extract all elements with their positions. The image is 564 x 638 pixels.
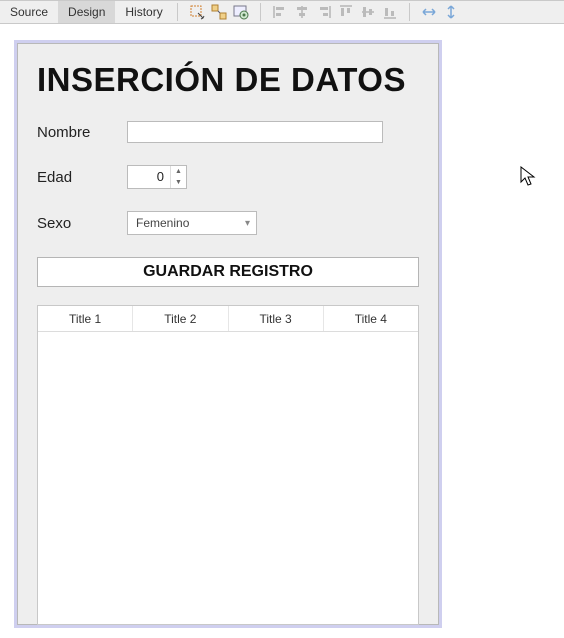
spinner-edad-value: 0 bbox=[128, 166, 170, 188]
toolbar-separator bbox=[409, 3, 410, 21]
save-button[interactable]: GUARDAR REGISTRO bbox=[37, 257, 419, 287]
selection-mode-icon[interactable] bbox=[188, 3, 206, 21]
row-nombre: Nombre bbox=[37, 121, 419, 143]
table-head: Title 1 Title 2 Title 3 Title 4 bbox=[38, 306, 418, 332]
tab-history-label: History bbox=[125, 5, 162, 19]
cursor-icon bbox=[520, 166, 538, 191]
table-col-1[interactable]: Title 1 bbox=[38, 306, 133, 331]
align-bottom-icon[interactable] bbox=[381, 3, 399, 21]
spinner-up-icon[interactable]: ▲ bbox=[171, 166, 186, 177]
table-body bbox=[38, 332, 418, 624]
resize-horizontal-icon[interactable] bbox=[420, 3, 438, 21]
combo-sexo-value: Femenino bbox=[136, 216, 189, 230]
top-toolbar: Source Design History bbox=[0, 0, 564, 24]
chevron-down-icon: ▾ bbox=[245, 218, 250, 229]
table-col-4[interactable]: Title 4 bbox=[324, 306, 418, 331]
editor-area: INSERCIÓN DE DATOS Nombre Edad 0 ▲ ▼ Sex… bbox=[0, 24, 564, 638]
tab-design[interactable]: Design bbox=[58, 1, 115, 23]
align-right-icon[interactable] bbox=[315, 3, 333, 21]
toolbar-icon-group-resize bbox=[414, 1, 466, 23]
data-table[interactable]: Title 1 Title 2 Title 3 Title 4 bbox=[37, 305, 419, 625]
table-col-3[interactable]: Title 3 bbox=[229, 306, 324, 331]
connection-mode-icon[interactable] bbox=[210, 3, 228, 21]
spinner-edad[interactable]: 0 ▲ ▼ bbox=[127, 165, 187, 189]
preview-design-icon[interactable] bbox=[232, 3, 250, 21]
align-left-icon[interactable] bbox=[271, 3, 289, 21]
align-top-icon[interactable] bbox=[337, 3, 355, 21]
table-col-2[interactable]: Title 2 bbox=[133, 306, 228, 331]
label-edad: Edad bbox=[37, 169, 127, 186]
save-button-label: GUARDAR REGISTRO bbox=[143, 263, 313, 280]
page-title: INSERCIÓN DE DATOS bbox=[37, 61, 419, 99]
toolbar-separator bbox=[260, 3, 261, 21]
spinner-down-icon[interactable]: ▼ bbox=[171, 177, 186, 188]
align-center-h-icon[interactable] bbox=[293, 3, 311, 21]
tab-history[interactable]: History bbox=[115, 1, 172, 23]
toolbar-icon-group-align bbox=[265, 1, 405, 23]
tab-source-label: Source bbox=[10, 5, 48, 19]
label-sexo: Sexo bbox=[37, 215, 127, 232]
row-edad: Edad 0 ▲ ▼ bbox=[37, 165, 419, 189]
toolbar-icon-group-1 bbox=[182, 1, 256, 23]
tab-source[interactable]: Source bbox=[0, 1, 58, 23]
label-nombre: Nombre bbox=[37, 124, 127, 141]
row-sexo: Sexo Femenino ▾ bbox=[37, 211, 419, 235]
resize-vertical-icon[interactable] bbox=[442, 3, 460, 21]
tab-design-label: Design bbox=[68, 5, 105, 19]
input-nombre[interactable] bbox=[127, 121, 383, 143]
toolbar-separator bbox=[177, 3, 178, 21]
combo-sexo[interactable]: Femenino ▾ bbox=[127, 211, 257, 235]
design-surface[interactable]: INSERCIÓN DE DATOS Nombre Edad 0 ▲ ▼ Sex… bbox=[14, 40, 442, 628]
align-center-v-icon[interactable] bbox=[359, 3, 377, 21]
